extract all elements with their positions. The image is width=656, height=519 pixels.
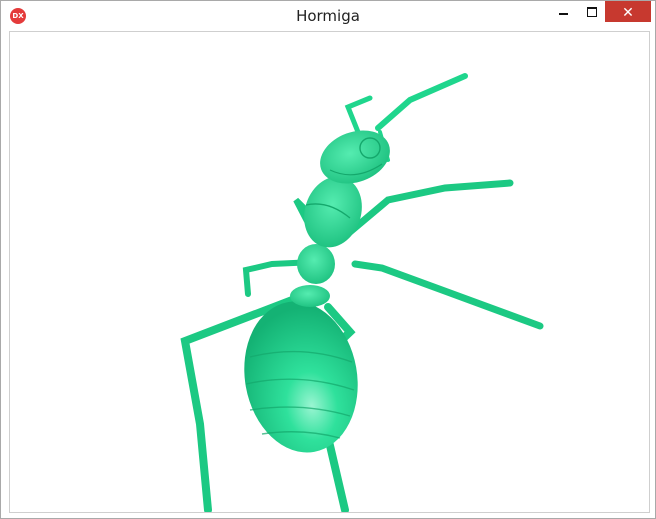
render-viewport[interactable] bbox=[9, 31, 650, 513]
close-icon: ✕ bbox=[622, 3, 634, 20]
antenna-left bbox=[344, 95, 373, 135]
app-window: DX Hormiga ✕ bbox=[0, 0, 656, 519]
maximize-icon bbox=[587, 6, 597, 17]
legs bbox=[180, 179, 544, 512]
title-bar[interactable]: DX Hormiga ✕ bbox=[1, 1, 655, 31]
close-button[interactable]: ✕ bbox=[605, 1, 651, 22]
petiole bbox=[290, 285, 330, 307]
thorax bbox=[304, 176, 362, 248]
thorax-rear bbox=[297, 244, 335, 284]
ant-model bbox=[180, 73, 544, 512]
leg-front-right bbox=[346, 179, 514, 236]
minimize-button[interactable] bbox=[549, 1, 577, 22]
maximize-button[interactable] bbox=[578, 1, 606, 22]
minimize-icon bbox=[558, 12, 568, 15]
antenna-right bbox=[375, 73, 468, 131]
